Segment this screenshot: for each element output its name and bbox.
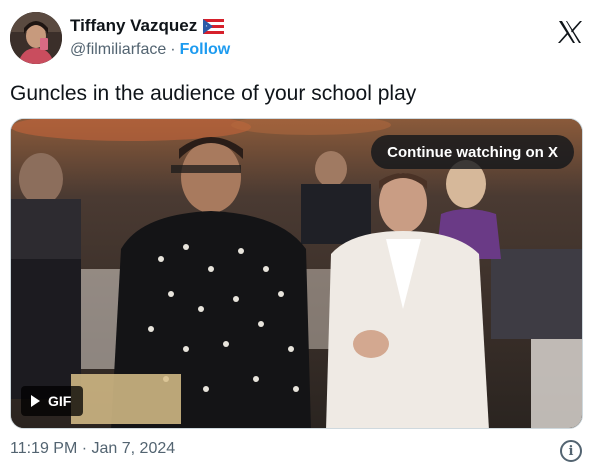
avatar[interactable]: [10, 12, 62, 64]
follow-button[interactable]: Follow: [180, 41, 231, 59]
x-logo-icon[interactable]: [556, 18, 584, 46]
tweet-header: Tiffany Vazquez @filmiliarface · Follow: [10, 10, 590, 66]
gif-badge[interactable]: GIF: [21, 386, 84, 416]
handle-row: @filmiliarface · Follow: [70, 41, 230, 59]
display-name[interactable]: Tiffany Vazquez: [70, 16, 197, 36]
name-row: Tiffany Vazquez: [70, 16, 225, 36]
puerto-rico-flag-icon: [203, 18, 225, 34]
timestamp[interactable]: 11:19 PM · Jan 7, 2024: [10, 440, 175, 458]
info-icon[interactable]: i: [560, 440, 582, 462]
handle[interactable]: @filmiliarface: [70, 41, 166, 59]
tweet-text: Guncles in the audience of your school p…: [10, 82, 417, 105]
continue-watching-button[interactable]: Continue watching on X: [371, 135, 574, 169]
separator: ·: [170, 41, 176, 58]
play-icon: [31, 395, 40, 407]
gif-label: GIF: [48, 393, 72, 409]
gif-media[interactable]: Continue watching on X GIF: [10, 118, 583, 429]
